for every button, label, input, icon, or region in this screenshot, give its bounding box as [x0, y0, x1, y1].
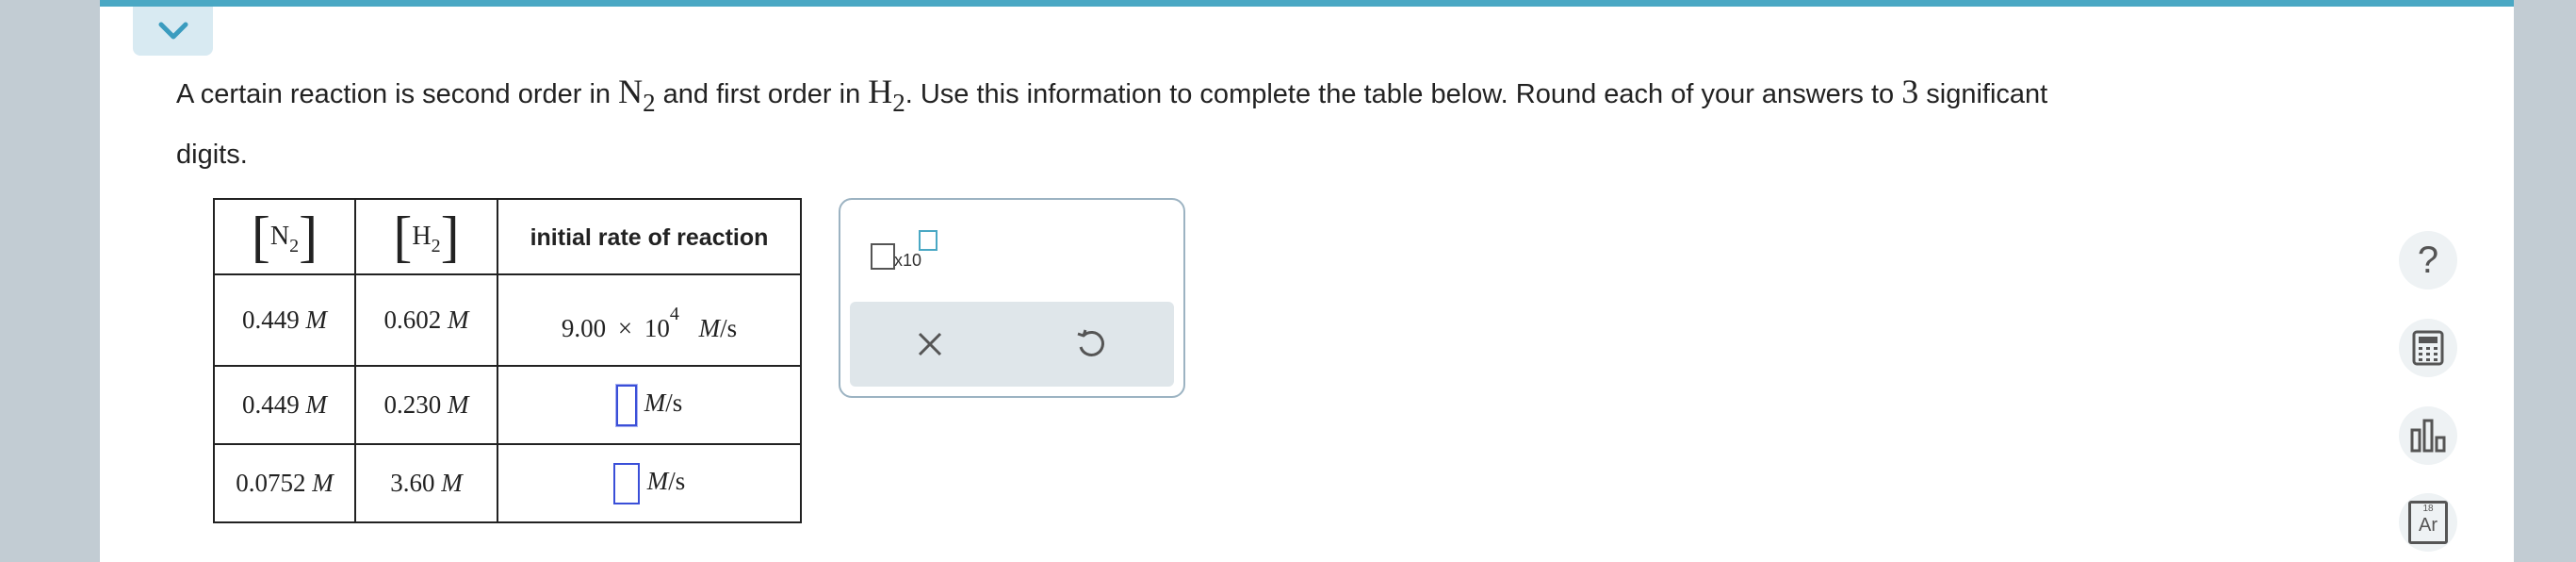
problem-statement: A certain reaction is second order in N2…	[176, 73, 2048, 170]
undo-button[interactable]	[1067, 321, 1114, 368]
table-header-row: [N2] [H2] initial rate of reaction	[213, 198, 802, 275]
help-icon: ?	[2417, 239, 2439, 281]
data-button[interactable]	[2399, 406, 2457, 465]
table-row: 0.449 M 0.602 M 9.00 × 104 M/s	[213, 273, 802, 367]
table-row: 0.449 M 0.230 M M/s	[213, 365, 802, 445]
math-input-popup: x10	[839, 198, 1185, 398]
scientific-notation-button[interactable]: x10	[859, 219, 954, 285]
calculator-icon	[2412, 330, 2444, 366]
top-accent-bar	[100, 0, 2514, 7]
table-row: 0.0752 M 3.60 M M/s	[213, 443, 802, 523]
rate-value: 9.00 × 104 M/s	[497, 273, 802, 367]
collapse-button[interactable]	[133, 7, 213, 56]
header-n2: [N2]	[213, 198, 356, 275]
rate-table: [N2] [H2] initial rate of reaction 0.449…	[213, 198, 802, 523]
rate-answer-input-1[interactable]	[615, 384, 637, 426]
periodic-table-button[interactable]: 18 Ar	[2399, 493, 2457, 552]
header-rate: initial rate of reaction	[497, 198, 802, 275]
close-icon	[918, 332, 942, 356]
help-button[interactable]: ?	[2399, 231, 2457, 289]
calculator-button[interactable]	[2399, 319, 2457, 377]
undo-icon	[1077, 329, 1104, 356]
clear-button[interactable]	[906, 321, 954, 368]
chevron-down-icon	[158, 22, 187, 40]
periodic-table-icon: 18 Ar	[2408, 501, 2448, 544]
header-h2: [H2]	[354, 198, 498, 275]
popup-actions	[850, 302, 1174, 387]
chart-icon	[2410, 419, 2446, 453]
rate-answer-input-2[interactable]	[612, 462, 640, 504]
